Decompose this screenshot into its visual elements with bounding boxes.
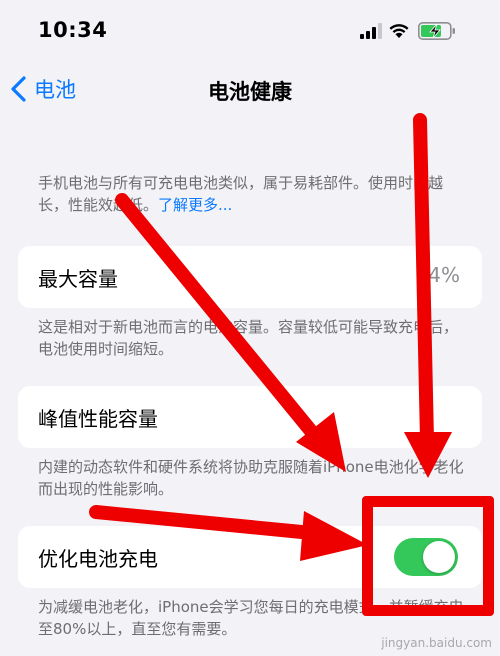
max-capacity-description: 这是相对于新电池而言的电池容量。容量较低可能导致充电后，电池使用时间缩短。 <box>38 318 459 358</box>
intro-text: 手机电池与所有可充电电池类似，属于易耗部件。使用时间越长，性能效越低。 <box>38 174 444 214</box>
annotation-highlight-box <box>362 496 494 616</box>
navigation-bar: 电池 电池健康 <box>0 64 500 114</box>
status-bar: 10:34 <box>0 0 500 64</box>
page-title: 电池健康 <box>208 80 292 104</box>
max-capacity-cell: 最大容量 94% <box>18 246 482 308</box>
cellular-signal-icon <box>360 23 382 39</box>
status-time: 10:34 <box>38 18 108 42</box>
battery-charging-icon <box>418 22 455 40</box>
learn-more-link[interactable]: 了解更多... <box>158 196 232 214</box>
max-capacity-value: 94% <box>415 263 460 287</box>
status-icons <box>354 20 474 44</box>
max-capacity-label: 最大容量 <box>38 267 118 291</box>
optimized-charging-label: 优化电池充电 <box>38 547 158 571</box>
wifi-icon <box>389 24 409 38</box>
intro-description: 手机电池与所有可充电电池类似，属于易耗部件。使用时间越长，性能效越低。了解更多.… <box>38 172 468 216</box>
peak-performance-description: 内建的动态软件和硬件系统将协助克服随着iPhone电池化学老化而出现的性能影响。 <box>38 458 464 498</box>
watermark: jingyan.baidu.com <box>381 636 492 650</box>
peak-performance-cell: 峰值性能容量 <box>18 386 482 448</box>
peak-performance-label: 峰值性能容量 <box>38 407 158 431</box>
